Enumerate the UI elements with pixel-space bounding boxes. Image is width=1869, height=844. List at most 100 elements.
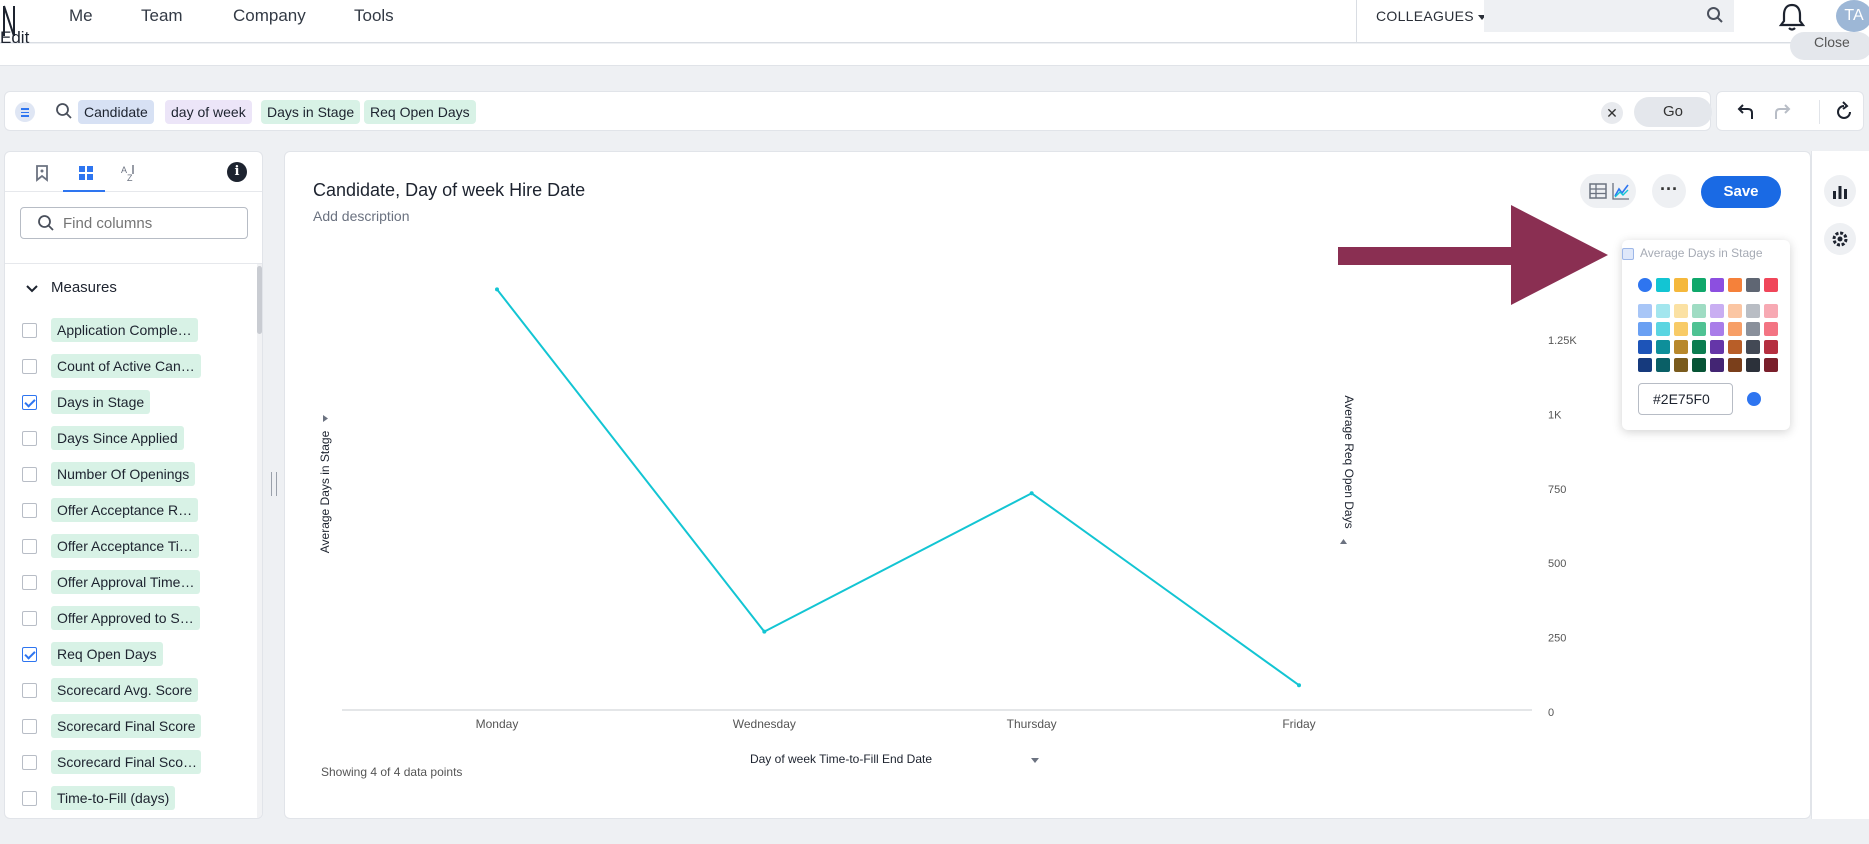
column-label[interactable]: Offer Approved to S… [51,606,200,630]
color-swatch[interactable] [1728,340,1742,354]
color-swatch[interactable] [1746,340,1760,354]
color-swatch[interactable] [1656,278,1670,292]
bookmark-icon[interactable] [31,162,53,184]
color-swatch[interactable] [1728,358,1742,372]
chart-settings-button[interactable] [1824,223,1856,255]
color-swatch[interactable] [1656,322,1670,336]
column-checkbox[interactable] [22,395,37,410]
column-label[interactable]: Offer Acceptance R… [51,498,199,522]
column-checkbox[interactable] [22,431,37,446]
color-swatch[interactable] [1746,322,1760,336]
column-label[interactable]: Scorecard Final Sco… [51,750,201,774]
column-checkbox[interactable] [22,683,37,698]
measures-section-header[interactable]: Measures [51,279,117,296]
color-swatch[interactable] [1656,358,1670,372]
color-swatch[interactable] [1710,304,1724,318]
column-checkbox[interactable] [22,323,37,338]
column-checkbox[interactable] [22,359,37,374]
column-checkbox[interactable] [22,647,37,662]
column-checkbox[interactable] [22,611,37,626]
nav-company[interactable]: Company [233,6,306,26]
column-item[interactable]: Offer Acceptance Ti… [5,531,250,561]
column-checkbox[interactable] [22,719,37,734]
color-swatch[interactable] [1728,322,1742,336]
column-item[interactable]: Offer Approval Time… [5,567,250,597]
color-swatch[interactable] [1638,278,1652,292]
data-point[interactable] [1297,683,1301,688]
column-label[interactable]: Req Open Days [51,642,163,666]
color-swatch[interactable] [1764,340,1778,354]
color-swatch[interactable] [1692,358,1706,372]
global-search-input[interactable] [1484,0,1734,32]
redo-icon[interactable] [1771,101,1793,123]
column-checkbox[interactable] [22,539,37,554]
scrollbar-thumb[interactable] [257,266,262,334]
color-swatch[interactable] [1674,322,1688,336]
color-swatch[interactable] [1674,358,1688,372]
search-chip-req-open-days[interactable]: Req Open Days [364,100,476,124]
column-item[interactable]: Scorecard Avg. Score [5,675,250,705]
color-swatch[interactable] [1710,322,1724,336]
column-label[interactable]: Scorecard Avg. Score [51,678,199,702]
search-chip-days-in-stage[interactable]: Days in Stage [261,100,361,124]
column-label[interactable]: Count of Active Can… [51,354,201,378]
column-checkbox[interactable] [22,503,37,518]
hex-color-input[interactable] [1638,383,1733,415]
nav-me[interactable]: Me [69,6,93,26]
column-label[interactable]: Application Comple… [51,318,198,342]
go-button[interactable]: Go [1634,97,1712,127]
color-swatch[interactable] [1692,304,1706,318]
color-swatch[interactable] [1746,278,1760,292]
color-swatch[interactable] [1674,278,1688,292]
search-chip-day-of-week[interactable]: day of week [165,100,252,124]
y-axis-right-label[interactable]: Average Req Open Days [1342,395,1356,528]
chevron-down-icon[interactable] [25,284,39,294]
column-checkbox[interactable] [22,575,37,590]
column-label[interactable]: Days Since Applied [51,426,184,450]
column-item[interactable]: Scorecard Final Sco… [5,747,250,777]
grid-icon[interactable] [75,162,97,184]
color-swatch[interactable] [1764,322,1778,336]
column-label[interactable]: Offer Approval Time… [51,570,201,594]
color-swatch[interactable] [1710,358,1724,372]
close-button[interactable]: Close [1790,32,1869,60]
sort-az-icon[interactable]: AZ [118,162,140,184]
clear-search-button[interactable]: ✕ [1601,102,1623,124]
column-label[interactable]: Days in Stage [51,390,151,414]
color-swatch[interactable] [1710,278,1724,292]
data-point[interactable] [495,287,499,292]
color-swatch[interactable] [1728,304,1742,318]
user-avatar[interactable]: TA [1836,0,1869,32]
x-axis-caret-icon[interactable] [1031,758,1039,763]
color-swatch[interactable] [1674,304,1688,318]
column-item[interactable]: Days Since Applied [5,423,250,453]
color-swatch[interactable] [1656,340,1670,354]
color-swatch[interactable] [1656,304,1670,318]
column-checkbox[interactable] [22,467,37,482]
column-label[interactable]: Number Of Openings [51,462,196,486]
color-swatch[interactable] [1692,322,1706,336]
y-axis-left-label[interactable]: Average Days in Stage [318,430,332,553]
series-color-indicator[interactable] [1622,248,1634,260]
column-item[interactable]: Number Of Openings [5,459,250,489]
column-checkbox[interactable] [22,791,37,806]
color-swatch[interactable] [1638,358,1652,372]
reset-icon[interactable] [1833,101,1855,123]
color-swatch[interactable] [1764,304,1778,318]
color-swatch[interactable] [1746,304,1760,318]
color-swatch[interactable] [1710,340,1724,354]
column-item[interactable]: Offer Acceptance R… [5,495,250,525]
y-axis-right-caret-icon[interactable] [1340,539,1347,544]
x-axis-label[interactable]: Day of week Time-to-Fill End Date [750,752,932,766]
color-swatch[interactable] [1692,278,1706,292]
column-item[interactable]: Req Open Days [5,639,250,669]
color-swatch[interactable] [1764,278,1778,292]
column-label[interactable]: Time-to-Fill (days) [51,786,176,810]
data-point[interactable] [1029,491,1034,496]
column-item[interactable]: Days in Stage [5,387,250,417]
color-swatch[interactable] [1674,340,1688,354]
undo-icon[interactable] [1735,101,1757,123]
menu-icon[interactable] [15,102,35,122]
chart-type-button[interactable] [1824,175,1856,207]
search-chip-candidate[interactable]: Candidate [78,100,154,124]
